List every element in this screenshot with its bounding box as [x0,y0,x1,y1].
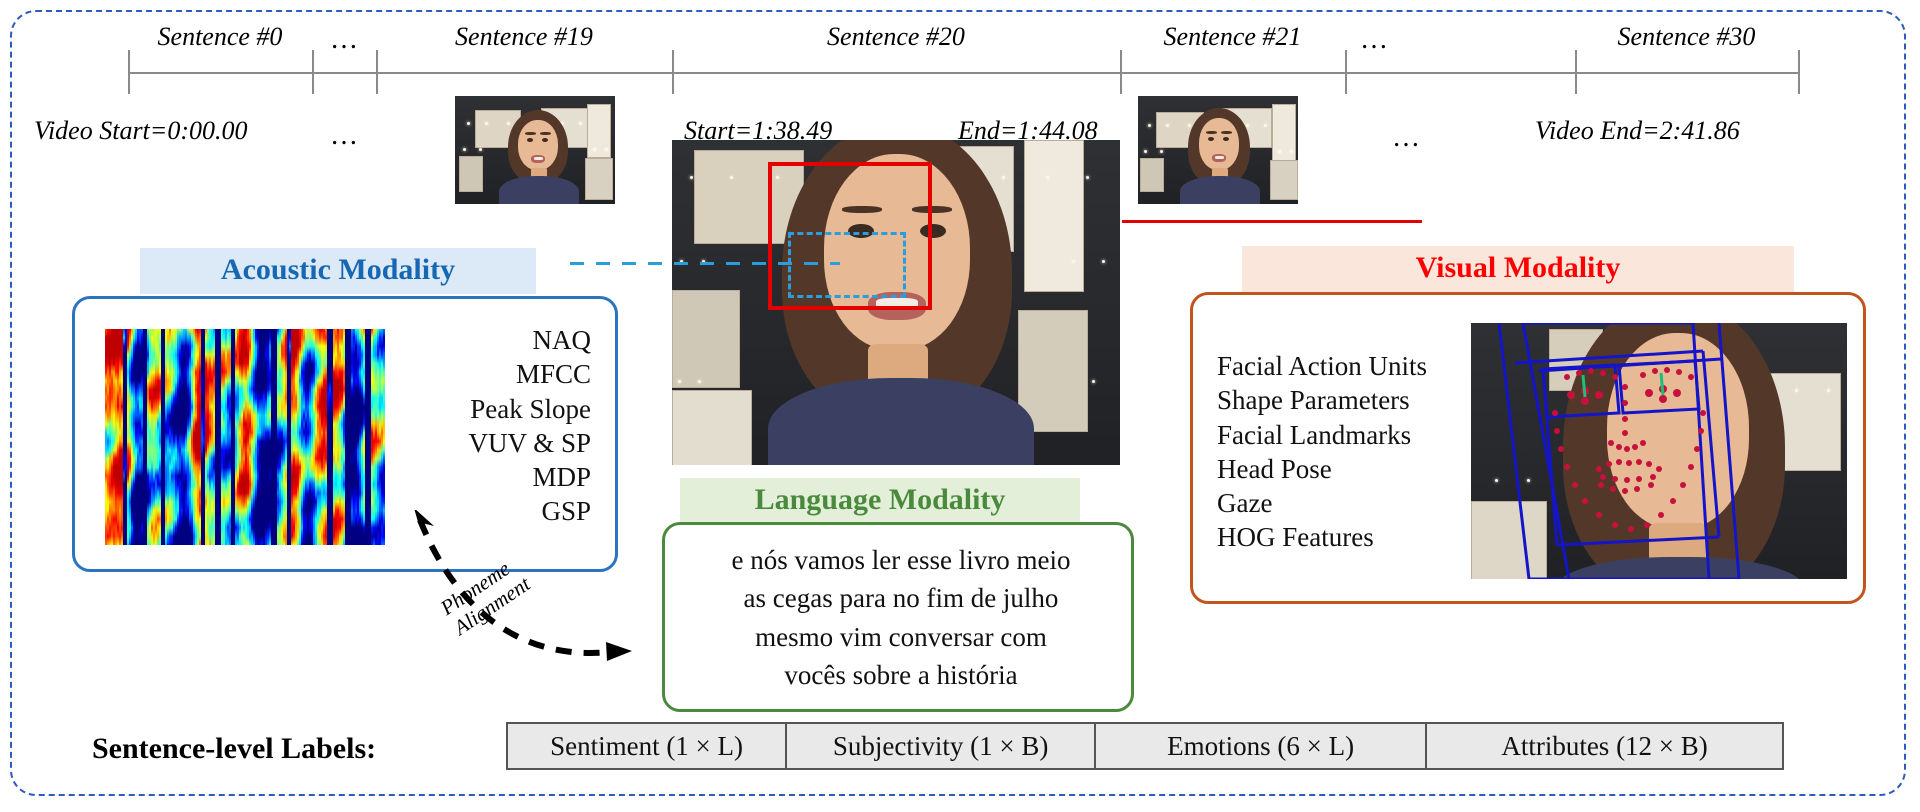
acoustic-feature-item: VUV & SP [468,427,591,458]
timeline-segment-label-20: Sentence #20 [827,22,965,51]
transcript-line: e nós vamos ler esse livro meio [731,545,1071,575]
acoustic-feature-item: MFCC [515,359,591,390]
visual-feature-item: Facial Landmarks [1217,419,1412,450]
spectrogram-image [105,329,385,545]
visual-feature-item: Facial Action Units [1217,351,1427,381]
label-cell-subjectivity[interactable]: Subjectivity (1 × B) [787,724,1097,768]
timeline-tick [672,50,674,94]
visual-modality-title: Visual Modality [1242,246,1794,292]
language-modality-panel: e nós vamos ler esse livro meio as cegas… [662,522,1134,712]
acoustic-feature-item: NAQ [532,325,592,355]
timeline-tick [1345,50,1347,94]
timeline-ellipsis-bottom-1: … [330,120,360,151]
sentence-level-labels-row: Sentiment (1 × L) Subjectivity (1 × B) E… [506,722,1784,770]
timeline-ellipsis-top-1: … [330,24,360,55]
timeline-tick [128,50,130,94]
video-frame-sentence-20 [672,140,1120,465]
acoustic-modality-title: Acoustic Modality [140,248,536,294]
face-analysis-image [1471,323,1847,579]
transcript-line: vocês sobre a história [784,659,1018,690]
timeline-ellipsis-top-2: … [1360,24,1390,55]
figure-root: Sentence #0 … Sentence #19 Sentence #20 … [0,0,1920,812]
video-thumbnail-sentence-21 [1138,96,1298,204]
timeline-segment-label-19: Sentence #19 [455,22,593,51]
timeline-segment-label-21: Sentence #21 [1163,22,1302,51]
video-thumbnail-sentence-19 [455,96,615,204]
timeline-axis [128,72,1800,74]
visual-modality-panel: Facial Action Units Shape Parameters Fac… [1190,292,1866,604]
acoustic-feature-item: MDP [532,462,591,493]
timeline-tick [1798,50,1800,94]
visual-connector-line [1122,220,1422,223]
timeline-segment-label-0: Sentence #0 [157,22,283,51]
label-cell-emotions[interactable]: Emotions (6 × L) [1096,724,1428,768]
visual-feature-item: Head Pose [1217,453,1332,484]
video-end-label: Video End=2:41.86 [1535,116,1740,145]
acoustic-connector-line [570,262,840,265]
transcript-line: mesmo vim conversar com [755,621,1047,652]
sentence-level-labels-title: Sentence-level Labels: [92,732,377,765]
head-pose-box [1497,323,1741,579]
label-cell-attributes[interactable]: Attributes (12 × B) [1427,724,1782,768]
label-cell-sentiment[interactable]: Sentiment (1 × L) [508,724,788,768]
timeline-tick [376,50,378,94]
transcript-line: as cegas para no fim de julho [743,583,1059,614]
acoustic-feature-list: NAQ MFCC Peak Slope VUV & SP MDP GSP [385,323,591,529]
visual-feature-item: Gaze [1217,488,1273,519]
mouth-region-box [788,232,906,298]
timeline-tick [312,50,314,94]
video-start-label: Video Start=0:00.00 [34,116,248,145]
timeline-tick [1575,50,1577,94]
visual-feature-list: Facial Action Units Shape Parameters Fac… [1217,349,1477,555]
visual-feature-item: Shape Parameters [1217,385,1410,416]
timeline-ellipsis-bottom-2: … [1392,122,1422,153]
acoustic-feature-item: Peak Slope [470,393,591,424]
visual-feature-item: HOG Features [1217,522,1374,553]
transcript-text: e nós vamos ler esse livro meio as cegas… [679,541,1123,694]
timeline-tick [1120,50,1122,94]
timeline-segment-label-30: Sentence #30 [1617,22,1756,51]
language-modality-title: Language Modality [680,478,1080,524]
